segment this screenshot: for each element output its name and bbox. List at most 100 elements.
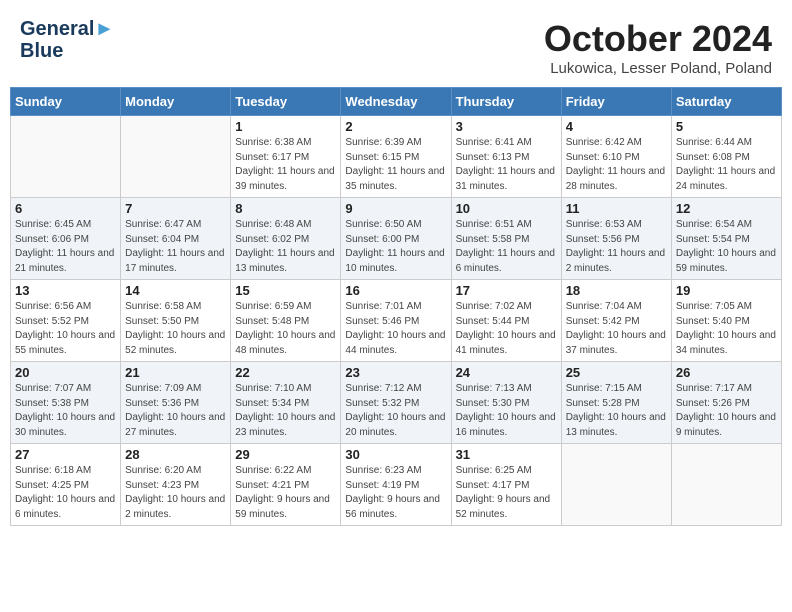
calendar-cell: 19 Sunrise: 7:05 AMSunset: 5:40 PMDayligh…: [671, 280, 781, 362]
day-number: 27: [15, 447, 116, 462]
day-detail: Sunrise: 6:58 AMSunset: 5:50 PMDaylight:…: [125, 300, 226, 358]
calendar-week-row: 6Sunrise: 6:45 AMSunset: 6:06 PMDaylight…: [11, 198, 782, 280]
weekday-header: Monday: [121, 88, 231, 116]
day-detail: Sunrise: 6:50 AMSunset: 6:00 PMDaylight:…: [345, 218, 446, 276]
day-number: 28: [125, 447, 226, 462]
day-number: 15: [235, 283, 336, 298]
calendar-cell: 6Sunrise: 6:45 AMSunset: 6:06 PMDaylight…: [11, 198, 121, 280]
calendar-cell: 5 Sunrise: 6:44 AMSunset: 6:08 PMDaylight…: [671, 116, 781, 198]
day-detail: Sunrise: 6:48 AMSunset: 6:02 PMDaylight:…: [235, 218, 336, 276]
day-number: 21: [125, 365, 226, 380]
day-detail: Sunrise: 7:07 AMSunset: 5:38 PMDaylight:…: [15, 382, 116, 440]
calendar-cell: 31 Sunrise: 6:25 AMSunset: 4:17 PMDayligh…: [451, 444, 561, 526]
day-detail: Sunrise: 6:25 AMSunset: 4:17 PMDaylight:…: [456, 464, 557, 522]
day-detail: Sunrise: 7:10 AMSunset: 5:34 PMDaylight:…: [235, 382, 336, 440]
day-detail: Sunrise: 6:54 AMSunset: 5:54 PMDaylight:…: [676, 218, 777, 276]
day-number: 24: [456, 365, 557, 380]
day-number: 29: [235, 447, 336, 462]
day-number: 7: [125, 201, 226, 216]
day-detail: Sunrise: 6:23 AMSunset: 4:19 PMDaylight:…: [345, 464, 446, 522]
calendar-cell: 16Sunrise: 7:01 AMSunset: 5:46 PMDayligh…: [341, 280, 451, 362]
weekday-header: Sunday: [11, 88, 121, 116]
calendar-cell: 13 Sunrise: 6:56 AMSunset: 5:52 PMDayligh…: [11, 280, 121, 362]
day-number: 1: [235, 119, 336, 134]
calendar-cell: 24Sunrise: 7:13 AMSunset: 5:30 PMDayligh…: [451, 362, 561, 444]
weekday-header: Tuesday: [231, 88, 341, 116]
calendar-week-row: 1 Sunrise: 6:38 AMSunset: 6:17 PMDaylight…: [11, 116, 782, 198]
weekday-header: Saturday: [671, 88, 781, 116]
day-number: 19: [676, 283, 777, 298]
calendar-cell: 1 Sunrise: 6:38 AMSunset: 6:17 PMDaylight…: [231, 116, 341, 198]
day-number: 4: [566, 119, 667, 134]
day-number: 25: [566, 365, 667, 380]
day-number: 2: [345, 119, 446, 134]
calendar-cell: 14 Sunrise: 6:58 AMSunset: 5:50 PMDayligh…: [121, 280, 231, 362]
calendar-cell: 4 Sunrise: 6:42 AMSunset: 6:10 PMDaylight…: [561, 116, 671, 198]
day-detail: Sunrise: 7:12 AMSunset: 5:32 PMDaylight:…: [345, 382, 446, 440]
day-number: 20: [15, 365, 116, 380]
day-number: 5: [676, 119, 777, 134]
calendar-cell: 25 Sunrise: 7:15 AMSunset: 5:28 PMDayligh…: [561, 362, 671, 444]
calendar-cell: 17 Sunrise: 7:02 AMSunset: 5:44 PMDayligh…: [451, 280, 561, 362]
day-detail: Sunrise: 6:51 AMSunset: 5:58 PMDaylight:…: [456, 218, 557, 276]
calendar-cell: 3Sunrise: 6:41 AMSunset: 6:13 PMDaylight…: [451, 116, 561, 198]
day-detail: Sunrise: 6:18 AMSunset: 4:25 PMDaylight:…: [15, 464, 116, 522]
calendar-cell: 21 Sunrise: 7:09 AMSunset: 5:36 PMDayligh…: [121, 362, 231, 444]
day-number: 8: [235, 201, 336, 216]
weekday-header: Wednesday: [341, 88, 451, 116]
calendar-cell: 29 Sunrise: 6:22 AMSunset: 4:21 PMDayligh…: [231, 444, 341, 526]
day-number: 17: [456, 283, 557, 298]
calendar-cell: 7 Sunrise: 6:47 AMSunset: 6:04 PMDaylight…: [121, 198, 231, 280]
calendar-cell: 30Sunrise: 6:23 AMSunset: 4:19 PMDayligh…: [341, 444, 451, 526]
calendar-week-row: 27 Sunrise: 6:18 AMSunset: 4:25 PMDayligh…: [11, 444, 782, 526]
day-detail: Sunrise: 6:53 AMSunset: 5:56 PMDaylight:…: [566, 218, 667, 276]
calendar-table: SundayMondayTuesdayWednesdayThursdayFrid…: [10, 87, 782, 526]
logo-text: General►Blue: [20, 18, 114, 62]
calendar-cell: 12 Sunrise: 6:54 AMSunset: 5:54 PMDayligh…: [671, 198, 781, 280]
day-number: 10: [456, 201, 557, 216]
calendar-week-row: 13 Sunrise: 6:56 AMSunset: 5:52 PMDayligh…: [11, 280, 782, 362]
calendar-cell: 27 Sunrise: 6:18 AMSunset: 4:25 PMDayligh…: [11, 444, 121, 526]
calendar-cell: 26Sunrise: 7:17 AMSunset: 5:26 PMDayligh…: [671, 362, 781, 444]
day-detail: Sunrise: 7:02 AMSunset: 5:44 PMDaylight:…: [456, 300, 557, 358]
day-number: 3: [456, 119, 557, 134]
day-detail: Sunrise: 7:15 AMSunset: 5:28 PMDaylight:…: [566, 382, 667, 440]
location: Lukowica, Lesser Poland, Poland: [544, 60, 772, 77]
calendar-cell: 8 Sunrise: 6:48 AMSunset: 6:02 PMDaylight…: [231, 198, 341, 280]
day-detail: Sunrise: 6:38 AMSunset: 6:17 PMDaylight:…: [235, 136, 336, 194]
day-detail: Sunrise: 6:39 AMSunset: 6:15 PMDaylight:…: [345, 136, 446, 194]
day-number: 31: [456, 447, 557, 462]
calendar-cell: 28 Sunrise: 6:20 AMSunset: 4:23 PMDayligh…: [121, 444, 231, 526]
calendar-cell: 23Sunrise: 7:12 AMSunset: 5:32 PMDayligh…: [341, 362, 451, 444]
day-detail: Sunrise: 6:47 AMSunset: 6:04 PMDaylight:…: [125, 218, 226, 276]
calendar-cell: [561, 444, 671, 526]
calendar-cell: 22 Sunrise: 7:10 AMSunset: 5:34 PMDayligh…: [231, 362, 341, 444]
page-header: General►Blue October 2024 Lukowica, Less…: [10, 10, 782, 81]
calendar-cell: [11, 116, 121, 198]
day-number: 9: [345, 201, 446, 216]
weekday-header: Thursday: [451, 88, 561, 116]
day-detail: Sunrise: 7:09 AMSunset: 5:36 PMDaylight:…: [125, 382, 226, 440]
day-detail: Sunrise: 6:44 AMSunset: 6:08 PMDaylight:…: [676, 136, 777, 194]
calendar-cell: 11 Sunrise: 6:53 AMSunset: 5:56 PMDayligh…: [561, 198, 671, 280]
day-detail: Sunrise: 6:20 AMSunset: 4:23 PMDaylight:…: [125, 464, 226, 522]
calendar-cell: 15Sunrise: 6:59 AMSunset: 5:48 PMDayligh…: [231, 280, 341, 362]
day-number: 22: [235, 365, 336, 380]
calendar-cell: 10 Sunrise: 6:51 AMSunset: 5:58 PMDayligh…: [451, 198, 561, 280]
calendar-cell: [671, 444, 781, 526]
day-number: 13: [15, 283, 116, 298]
day-number: 6: [15, 201, 116, 216]
day-detail: Sunrise: 6:56 AMSunset: 5:52 PMDaylight:…: [15, 300, 116, 358]
weekday-header: Friday: [561, 88, 671, 116]
day-detail: Sunrise: 6:22 AMSunset: 4:21 PMDaylight:…: [235, 464, 336, 522]
day-number: 26: [676, 365, 777, 380]
title-block: October 2024 Lukowica, Lesser Poland, Po…: [544, 18, 772, 77]
day-number: 11: [566, 201, 667, 216]
calendar-week-row: 20 Sunrise: 7:07 AMSunset: 5:38 PMDayligh…: [11, 362, 782, 444]
day-detail: Sunrise: 7:05 AMSunset: 5:40 PMDaylight:…: [676, 300, 777, 358]
day-detail: Sunrise: 7:04 AMSunset: 5:42 PMDaylight:…: [566, 300, 667, 358]
day-number: 16: [345, 283, 446, 298]
day-detail: Sunrise: 6:42 AMSunset: 6:10 PMDaylight:…: [566, 136, 667, 194]
day-number: 14: [125, 283, 226, 298]
day-number: 12: [676, 201, 777, 216]
